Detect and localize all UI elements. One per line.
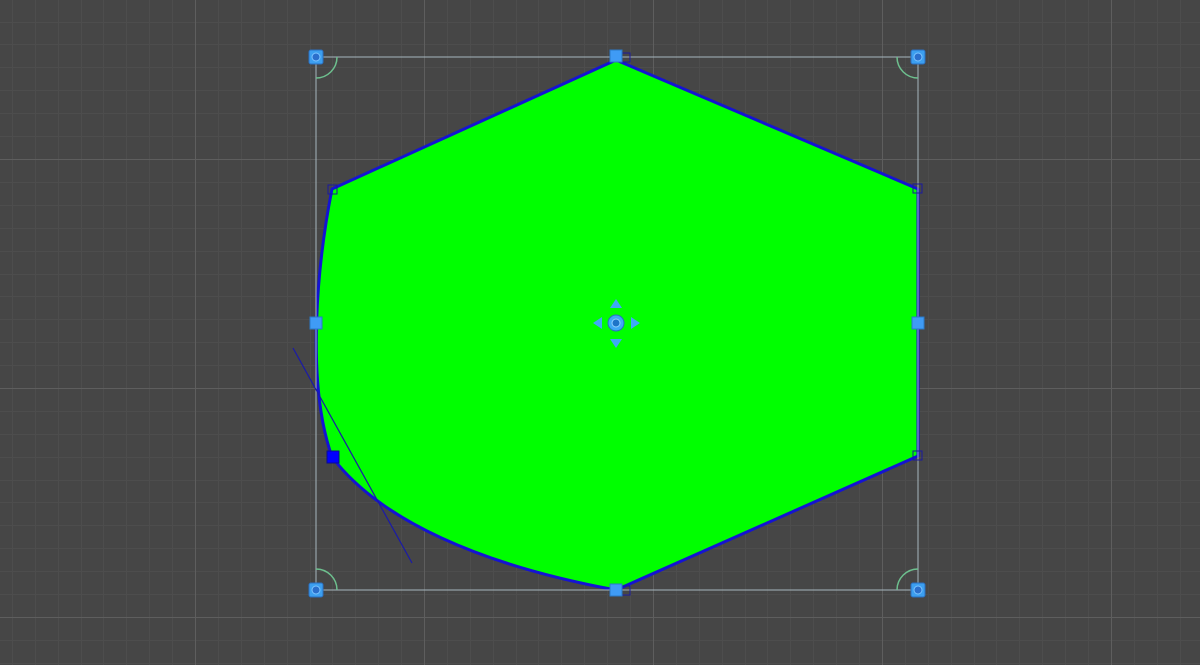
corner-handle-bottom-right[interactable] (910, 582, 926, 598)
edge-handle-right[interactable] (911, 316, 925, 330)
edge-handle-top[interactable] (609, 49, 623, 63)
corner-handle-top-right[interactable] (910, 49, 926, 65)
corner-handle-top-left[interactable] (308, 49, 324, 65)
pivot-icon[interactable] (611, 318, 621, 328)
vertex-handle-selected[interactable] (326, 450, 340, 464)
scene-view[interactable] (0, 0, 1200, 665)
edge-handle-bottom[interactable] (609, 583, 623, 597)
corner-handle-bottom-left[interactable] (308, 582, 324, 598)
edge-handle-left[interactable] (309, 316, 323, 330)
